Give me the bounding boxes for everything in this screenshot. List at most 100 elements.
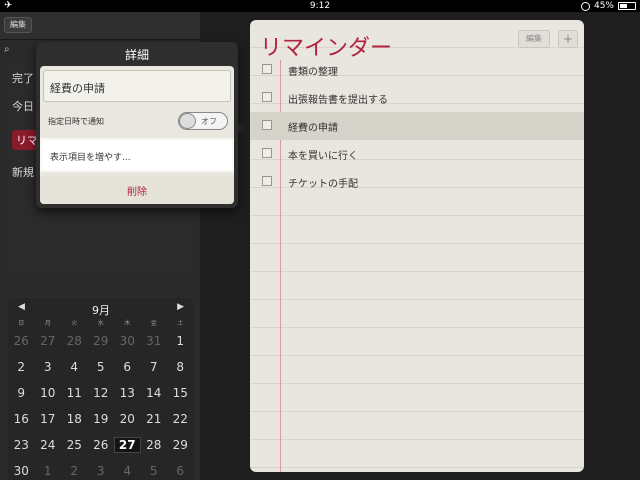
status-right: 45%: [580, 0, 636, 12]
notify-toggle[interactable]: オフ: [178, 112, 228, 130]
calendar-week: 26 27 28 29 30 31 1: [8, 328, 194, 354]
calendar-day[interactable]: 29: [167, 438, 194, 452]
reminder-text: チケットの手配: [288, 179, 358, 190]
calendar-day[interactable]: 7: [141, 360, 168, 374]
reminder-text: 本を買いに行く: [288, 151, 358, 162]
calendar-day[interactable]: 13: [114, 386, 141, 400]
reminder-checkbox[interactable]: [262, 92, 272, 102]
calendar-day[interactable]: 4: [114, 464, 141, 478]
left-edit-button[interactable]: 編集: [4, 17, 32, 33]
reminder-text: 出張報告書を提出する: [288, 95, 388, 106]
calendar-weekdays: 日 月 火 水 木 金 土: [8, 318, 194, 327]
show-more-button[interactable]: 表示項目を増やす...: [40, 138, 234, 172]
toggle-state-label: オフ: [201, 117, 217, 126]
list-item-today[interactable]: 今日: [12, 98, 34, 114]
popover-content: 経費の申請 指定日時で通知 オフ 表示項目を増やす... 削除: [40, 66, 234, 204]
status-time: 9:12: [309, 1, 331, 11]
popover-title: 詳細: [124, 48, 149, 62]
calendar-day[interactable]: 2: [8, 360, 35, 374]
calendar-day[interactable]: 12: [88, 386, 115, 400]
calendar-day[interactable]: 26: [88, 438, 115, 452]
notify-row: 指定日時で通知 オフ: [40, 108, 234, 134]
calendar-day[interactable]: 10: [35, 386, 62, 400]
task-name-field[interactable]: 経費の申請: [43, 70, 231, 102]
list-item-completed[interactable]: 完了: [12, 70, 34, 86]
battery-icon: [618, 2, 636, 10]
calendar-grid: 26 27 28 29 30 31 1 2 3 4 5 6 7 8 9 10 11 12 13 14 15 16 17 18 1…: [8, 328, 194, 480]
calendar-day[interactable]: 4: [61, 360, 88, 374]
list-item-new[interactable]: 新規: [12, 164, 34, 180]
calendar-day[interactable]: 22: [167, 412, 194, 426]
calendar-day[interactable]: 27: [114, 437, 141, 453]
rotation-lock-icon: [580, 1, 590, 11]
calendar-day[interactable]: 5: [88, 360, 115, 374]
calendar-header: ◀ 9月 ▶: [8, 302, 194, 317]
calendar-day[interactable]: 29: [88, 334, 115, 348]
battery-percent: 45%: [593, 1, 614, 11]
calendar-day[interactable]: 30: [8, 464, 35, 478]
next-month-button[interactable]: ▶: [177, 302, 184, 312]
notify-label: 指定日時で通知: [48, 117, 104, 126]
calendar-month: 9月: [92, 304, 110, 317]
calendar-week: 30 1 2 3 4 5 6: [8, 458, 194, 480]
calendar-day[interactable]: 20: [114, 412, 141, 426]
calendar-day[interactable]: 16: [8, 412, 35, 426]
calendar-day[interactable]: 17: [35, 412, 62, 426]
delete-label: 削除: [127, 187, 147, 198]
calendar-day[interactable]: 24: [35, 438, 62, 452]
calendar-day[interactable]: 30: [114, 334, 141, 348]
calendar-day[interactable]: 9: [8, 386, 35, 400]
calendar-day[interactable]: 23: [8, 438, 35, 452]
calendar-day[interactable]: 6: [114, 360, 141, 374]
reminder-checkbox[interactable]: [262, 176, 272, 186]
add-reminder-button[interactable]: +: [558, 30, 578, 48]
calendar-day[interactable]: 25: [61, 438, 88, 452]
weekday-label: 水: [97, 320, 104, 327]
calendar-day[interactable]: 15: [167, 386, 194, 400]
reminder-checkbox[interactable]: [262, 120, 272, 130]
calendar-week: 16 17 18 19 20 21 22: [8, 406, 194, 432]
calendar: ◀ 9月 ▶ 日 月 火 水 木 金 土 26 27 28 29 30 31 1 2 3 4 5 6 7…: [8, 298, 194, 480]
reminders-edit-button[interactable]: 編集: [518, 30, 550, 48]
detail-popover: 詳細 経費の申請 指定日時で通知 オフ 表示項目を増やす... 削除: [36, 42, 238, 208]
toggle-knob: [179, 113, 196, 129]
calendar-day[interactable]: 21: [141, 412, 168, 426]
weekday-label: 日: [18, 320, 25, 327]
calendar-day[interactable]: 26: [8, 334, 35, 348]
calendar-day[interactable]: 5: [141, 464, 168, 478]
calendar-day[interactable]: 18: [61, 412, 88, 426]
reminder-text: 書類の整理: [288, 67, 338, 78]
calendar-day[interactable]: 31: [141, 334, 168, 348]
calendar-day[interactable]: 3: [35, 360, 62, 374]
calendar-week: 23 24 25 26 27 28 29: [8, 432, 194, 458]
weekday-label: 金: [150, 320, 157, 327]
calendar-day[interactable]: 28: [61, 334, 88, 348]
reminder-checkbox[interactable]: [262, 148, 272, 158]
weekday-label: 月: [44, 320, 51, 327]
delete-button[interactable]: 削除: [40, 176, 234, 204]
calendar-day[interactable]: 1: [35, 464, 62, 478]
weekday-label: 木: [124, 320, 131, 327]
calendar-day[interactable]: 2: [61, 464, 88, 478]
calendar-day[interactable]: 3: [88, 464, 115, 478]
calendar-day[interactable]: 11: [61, 386, 88, 400]
calendar-day[interactable]: 14: [141, 386, 168, 400]
calendar-week: 2345678: [8, 354, 194, 380]
reminder-item[interactable]: 本を買いに行く: [250, 140, 584, 168]
calendar-day[interactable]: 28: [141, 438, 168, 452]
reminder-item[interactable]: 書類の整理: [250, 56, 584, 84]
calendar-day[interactable]: 6: [167, 464, 194, 478]
reminder-item[interactable]: 出張報告書を提出する: [250, 84, 584, 112]
weekday-label: 土: [177, 320, 184, 327]
weekday-label: 火: [71, 320, 78, 327]
calendar-day[interactable]: 8: [167, 360, 194, 374]
reminder-item[interactable]: 経費の申請: [250, 112, 584, 140]
status-bar: ✈ 9:12 45%: [0, 0, 640, 12]
calendar-day[interactable]: 1: [167, 334, 194, 348]
search-icon[interactable]: ⌕: [4, 44, 28, 60]
reminder-item[interactable]: チケットの手配: [250, 168, 584, 196]
calendar-week: 9 10 11 12 13 14 15: [8, 380, 194, 406]
calendar-day[interactable]: 27: [35, 334, 62, 348]
calendar-day[interactable]: 19: [88, 412, 115, 426]
reminder-checkbox[interactable]: [262, 64, 272, 74]
